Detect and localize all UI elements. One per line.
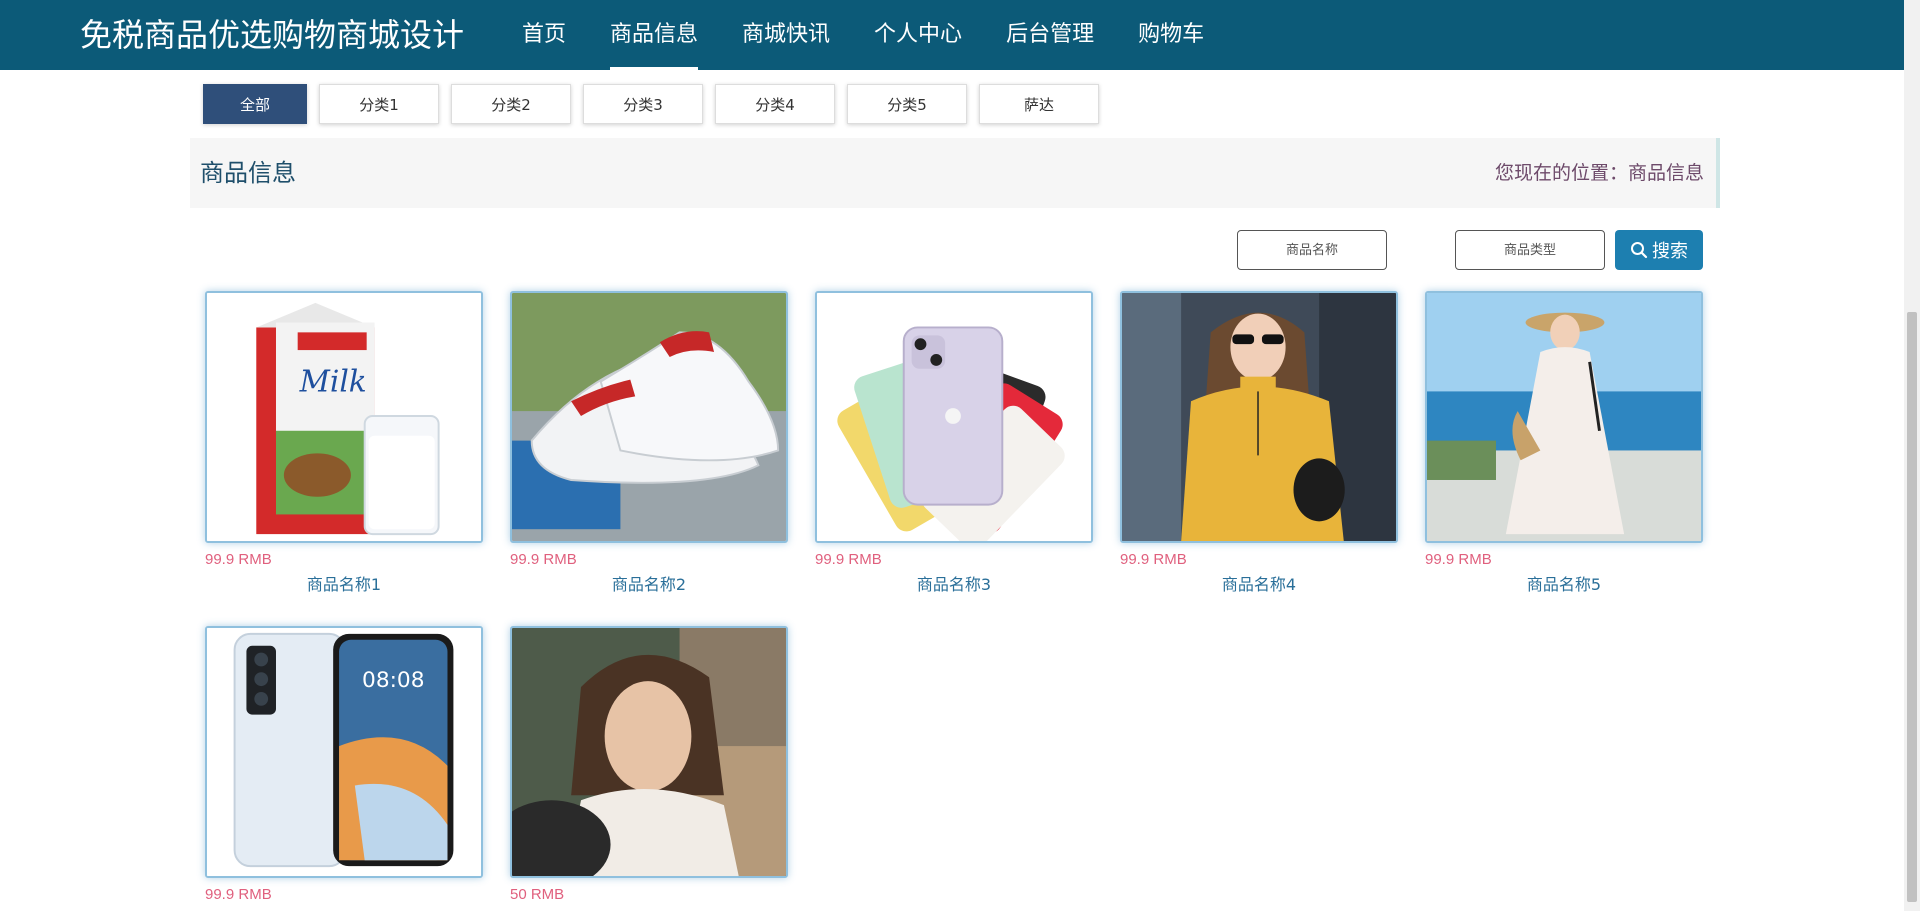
product-name-search-input[interactable] — [1237, 230, 1387, 270]
product-price: 99.9 RMB — [205, 886, 272, 903]
category-1[interactable]: 分类1 — [319, 84, 439, 124]
search-button-label: 搜索 — [1652, 241, 1688, 262]
product-price: 99.9 RMB — [510, 551, 577, 568]
category-filter: 全部 分类1 分类2 分类3 分类4 分类5 萨达 — [203, 84, 1099, 124]
product-image-yellow-sweater[interactable] — [1120, 291, 1398, 543]
search-button[interactable]: 搜索 — [1615, 230, 1703, 270]
page-title: 商品信息 — [200, 159, 296, 187]
category-3[interactable]: 分类3 — [583, 84, 703, 124]
category-all[interactable]: 全部 — [203, 84, 307, 124]
breadcrumb: 您现在的位置：商品信息 — [1494, 162, 1704, 184]
product-card[interactable]: 99.9 RMB 商品名称5 — [1425, 291, 1703, 595]
nav-item-profile[interactable]: 个人中心 — [852, 0, 984, 70]
top-header: 免税商品优选购物商城设计 首页 商品信息 商城快讯 个人中心 后台管理 购物车 — [0, 0, 1904, 70]
product-price: 99.9 RMB — [1425, 551, 1492, 568]
product-name[interactable]: 商品名称3 — [815, 575, 1093, 595]
scrollbar-thumb[interactable] — [1907, 312, 1917, 902]
site-title[interactable]: 免税商品优选购物商城设计 — [80, 0, 464, 70]
product-card[interactable]: 50 RMB — [510, 626, 788, 904]
product-card[interactable]: Milk 99.9 RMB 商品名称1 — [205, 291, 483, 595]
section-header: 商品信息 您现在的位置：商品信息 — [190, 138, 1720, 208]
product-image-iphone[interactable] — [815, 291, 1093, 543]
product-name[interactable]: 商品名称2 — [510, 575, 788, 595]
product-image-white-dress[interactable] — [1425, 291, 1703, 543]
product-card[interactable]: 99.9 RMB 商品名称2 — [510, 291, 788, 595]
category-5[interactable]: 分类5 — [847, 84, 967, 124]
category-2[interactable]: 分类2 — [451, 84, 571, 124]
product-type-search-input[interactable] — [1455, 230, 1605, 270]
nav-item-products[interactable]: 商品信息 — [588, 0, 720, 70]
svg-text:Milk: Milk — [299, 364, 367, 398]
nav-item-cart[interactable]: 购物车 — [1116, 0, 1226, 70]
product-image-portrait[interactable] — [510, 626, 788, 878]
main-nav: 首页 商品信息 商城快讯 个人中心 后台管理 购物车 — [500, 0, 1226, 70]
product-image-milk[interactable]: Milk — [205, 291, 483, 543]
product-card[interactable]: 99.9 RMB 商品名称3 — [815, 291, 1093, 595]
product-image-sneakers[interactable] — [510, 291, 788, 543]
product-price: 99.9 RMB — [815, 551, 882, 568]
product-card[interactable]: 08:08 99.9 RMB — [205, 626, 483, 904]
nav-item-admin[interactable]: 后台管理 — [984, 0, 1116, 70]
product-name[interactable]: 商品名称5 — [1425, 575, 1703, 595]
svg-text:08:08: 08:08 — [362, 668, 424, 693]
product-price: 99.9 RMB — [205, 551, 272, 568]
search-icon — [1630, 241, 1648, 259]
page-scrollbar[interactable] — [1904, 0, 1920, 911]
nav-item-home[interactable]: 首页 — [500, 0, 588, 70]
category-sada[interactable]: 萨达 — [979, 84, 1099, 124]
category-4[interactable]: 分类4 — [715, 84, 835, 124]
product-name[interactable]: 商品名称4 — [1120, 575, 1398, 595]
product-card[interactable]: 99.9 RMB 商品名称4 — [1120, 291, 1398, 595]
product-image-huawei-phone[interactable]: 08:08 — [205, 626, 483, 878]
product-name[interactable]: 商品名称1 — [205, 575, 483, 595]
nav-item-news[interactable]: 商城快讯 — [720, 0, 852, 70]
product-price: 99.9 RMB — [1120, 551, 1187, 568]
product-price: 50 RMB — [510, 886, 565, 903]
